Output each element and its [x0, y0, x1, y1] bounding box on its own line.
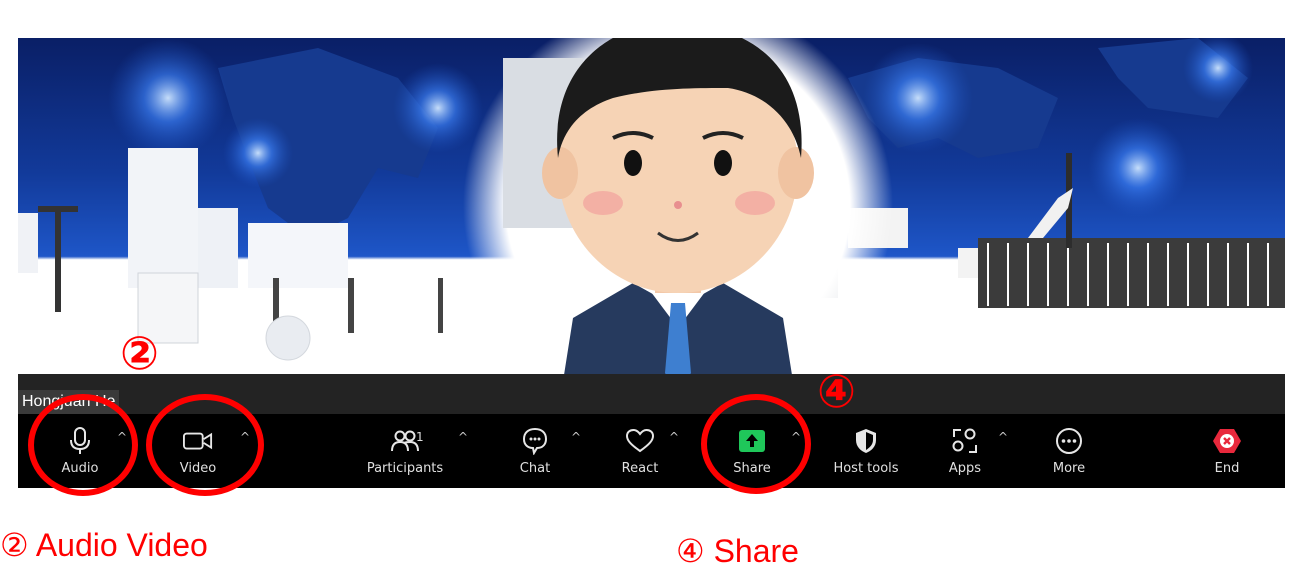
apps-button[interactable]: Apps	[920, 414, 1010, 488]
participants-options-caret[interactable]: ^	[458, 430, 470, 444]
react-options-caret[interactable]: ^	[669, 430, 681, 444]
end-meeting-button[interactable]: End	[1182, 414, 1272, 488]
shield-icon	[851, 427, 881, 455]
participant-avatar	[463, 38, 893, 374]
apps-icon	[950, 427, 980, 455]
react-button[interactable]: React	[595, 414, 685, 488]
marker-4-label: ④	[817, 364, 856, 418]
chat-button[interactable]: Chat	[490, 414, 580, 488]
chat-label: Chat	[519, 461, 551, 476]
host-tools-label: Host tools	[833, 461, 899, 476]
cropped-header-strip	[0, 0, 1295, 38]
participants-label: Participants	[366, 461, 444, 476]
apps-label: Apps	[948, 461, 982, 476]
apps-options-caret[interactable]: ^	[998, 430, 1010, 444]
marker-2-label: ②	[120, 326, 159, 380]
more-label: More	[1052, 461, 1086, 476]
host-tools-button[interactable]: Host tools	[814, 414, 918, 488]
react-label: React	[621, 461, 659, 476]
chat-bubble-icon	[520, 427, 550, 455]
participants-count-badge: 1	[416, 430, 424, 444]
more-dots-icon	[1054, 427, 1084, 455]
heart-icon	[625, 427, 655, 455]
end-label: End	[1214, 461, 1240, 476]
audio-highlight-circle	[28, 394, 138, 496]
share-highlight-circle	[701, 394, 811, 494]
participants-button[interactable]: Participants	[350, 414, 460, 488]
caption-audio-video: ② Audio Video	[0, 527, 208, 563]
video-highlight-circle	[146, 394, 264, 496]
end-x-icon	[1212, 427, 1242, 455]
caption-share: ④ Share	[676, 533, 799, 569]
chat-options-caret[interactable]: ^	[571, 430, 583, 444]
more-button[interactable]: More	[1024, 414, 1114, 488]
video-feed	[18, 38, 1285, 374]
